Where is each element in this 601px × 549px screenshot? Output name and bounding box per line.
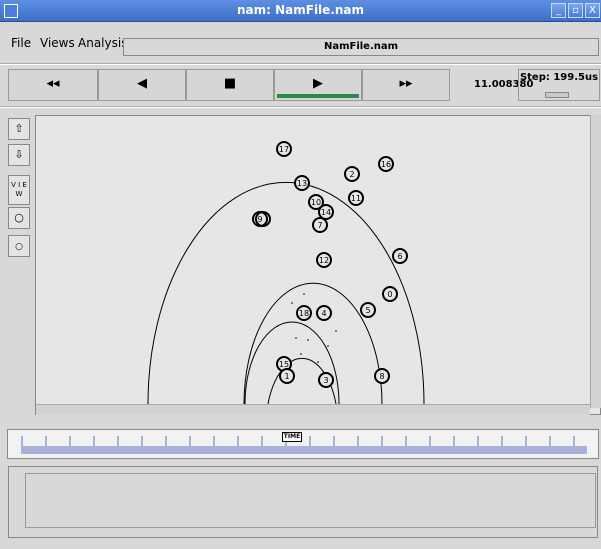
window-title: nam: NamFile.nam <box>236 3 365 17</box>
view-button[interactable]: V I E W <box>8 175 30 205</box>
node-3[interactable]: 3 <box>318 372 334 388</box>
node-2[interactable]: 2 <box>344 166 360 182</box>
play-button[interactable]: ▶ <box>274 69 362 101</box>
node-7[interactable]: 7 <box>312 217 328 233</box>
node-16[interactable]: 16 <box>378 156 394 172</box>
zoom-out-button[interactable]: ⇩ <box>8 144 30 166</box>
packet-dot <box>335 330 337 332</box>
divider <box>0 106 601 108</box>
node-label: 0 <box>387 290 392 299</box>
node-label: 16 <box>381 160 391 169</box>
play-icon: ▶ <box>313 76 323 91</box>
node-label: 6 <box>397 252 402 261</box>
node-17[interactable]: 17 <box>276 141 292 157</box>
node-label: 10 <box>311 198 321 207</box>
fast-forward-button[interactable]: ▸▸ <box>362 69 450 101</box>
node-label: 18 <box>299 309 309 318</box>
divider <box>0 63 601 65</box>
node-8[interactable]: 8 <box>374 368 390 384</box>
range-arc <box>244 321 340 404</box>
node-size-large-button[interactable]: ○ <box>8 207 30 229</box>
menu-file[interactable]: File <box>11 36 31 50</box>
node-label: 14 <box>321 208 331 217</box>
node-11[interactable]: 11 <box>348 190 364 206</box>
node-label: 7 <box>317 221 322 230</box>
menu-views[interactable]: Views <box>40 36 75 50</box>
network-canvas[interactable]: 17 2 16 13 11 10 14 7 9 6 12 0 5 18 4 15 1 3 8 <box>35 115 601 415</box>
stop-button[interactable]: ■ <box>186 69 274 101</box>
minimize-button[interactable]: _ <box>551 3 566 18</box>
title-bar: nam: NamFile.nam <box>0 0 601 22</box>
network-svg: 1721613111014796120518 4151 3 8 <box>147 141 425 404</box>
node-label: 3 <box>323 376 328 385</box>
maximize-button[interactable]: ▫ <box>568 3 583 18</box>
node-label: 2 <box>349 170 354 179</box>
node-1[interactable]: 1 <box>279 368 295 384</box>
packet-dot <box>303 293 305 295</box>
node-18[interactable]: 18 <box>296 305 312 321</box>
node-6[interactable]: 6 <box>392 248 408 264</box>
packet-dot <box>295 337 297 339</box>
node-label: 17 <box>279 145 289 154</box>
packet-dot <box>317 361 319 363</box>
step-back-button[interactable]: ◀ <box>98 69 186 101</box>
view-label: V I E W <box>11 181 27 198</box>
node-0[interactable]: 0 <box>382 286 398 302</box>
current-time: 11.008380 <box>474 79 534 90</box>
rewind-icon: ◂◂ <box>46 76 60 91</box>
fast-forward-icon: ▸▸ <box>399 76 413 91</box>
node-14[interactable]: 14 <box>318 204 334 220</box>
node-13[interactable]: 13 <box>294 175 310 191</box>
node-label: 8 <box>379 372 384 381</box>
horizontal-scrollbar[interactable] <box>36 404 590 415</box>
step-slider[interactable] <box>545 92 569 98</box>
circle-large-icon: ○ <box>14 211 24 224</box>
timeline-slider[interactable]: TIME <box>7 429 599 459</box>
zoom-in-icon: ⇧ <box>14 122 24 135</box>
node-5[interactable]: 5 <box>360 302 376 318</box>
stop-icon: ■ <box>223 76 237 91</box>
node-12[interactable]: 12 <box>316 252 332 268</box>
node-size-small-button[interactable]: ○ <box>8 235 30 257</box>
range-arc <box>243 282 383 404</box>
packet-dot <box>300 353 302 355</box>
rewind-button[interactable]: ◂◂ <box>8 69 98 101</box>
close-button[interactable]: X <box>585 3 600 18</box>
node-label: 4 <box>321 309 326 318</box>
node-label: 11 <box>351 194 361 203</box>
node-label: 15 <box>279 360 289 369</box>
step-label: Step: 199.5us <box>519 72 599 83</box>
node-label: 12 <box>319 256 329 265</box>
zoom-out-icon: ⇩ <box>14 148 24 161</box>
node-label: 13 <box>297 179 307 188</box>
packet-dot <box>291 302 293 304</box>
window-menu-icon[interactable] <box>4 4 18 18</box>
packet-dot <box>307 339 309 341</box>
circle-small-icon: ○ <box>15 242 23 252</box>
timeline-ticks <box>21 436 587 454</box>
packet-dot <box>327 345 329 347</box>
filename-display: NamFile.nam <box>123 38 599 56</box>
back-icon: ◀ <box>137 76 147 91</box>
zoom-in-button[interactable]: ⇧ <box>8 118 30 140</box>
node-label: 1 <box>284 372 289 381</box>
node-4[interactable]: 4 <box>316 305 332 321</box>
vertical-scrollbar[interactable] <box>590 115 601 408</box>
timeline-marker[interactable]: TIME <box>282 432 302 442</box>
menu-analysis[interactable]: Analysis <box>78 36 127 50</box>
annotation-list[interactable] <box>25 473 596 528</box>
play-active-indicator <box>277 94 359 98</box>
node-label: 5 <box>365 306 370 315</box>
